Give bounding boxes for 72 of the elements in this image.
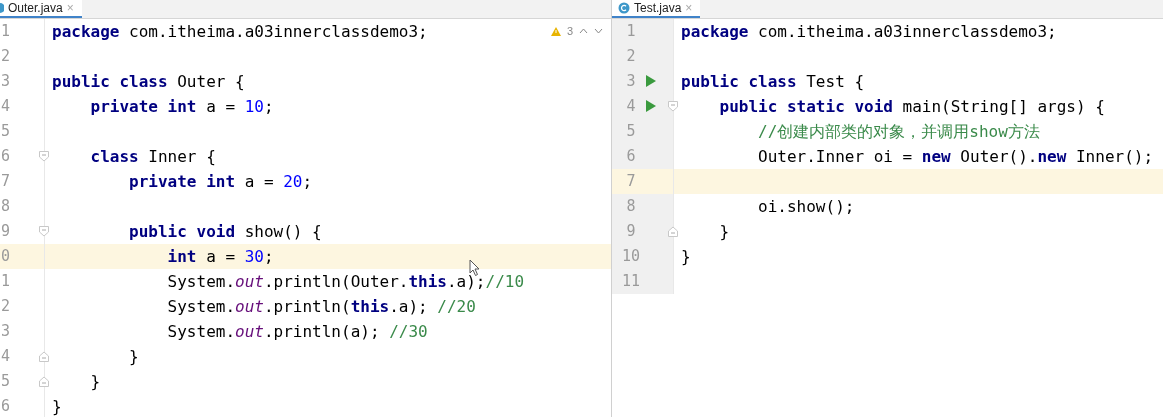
fold-icon[interactable] (668, 226, 678, 237)
code-line: public void show() { (128, 220, 322, 243)
code-line: System.out.println(a); (166, 320, 381, 343)
line-number: 3 (625, 71, 637, 93)
code-line: } (128, 345, 139, 368)
run-icon[interactable] (646, 75, 656, 87)
line-number: 5 (1, 371, 11, 393)
line-number: 6 (1, 146, 11, 168)
line-number: 5 (625, 121, 637, 143)
line-number: 2 (1, 46, 11, 68)
line-number: 9 (625, 221, 637, 243)
code-line: public static void main(String[] args) { (718, 95, 1105, 118)
code-comment: //10 (485, 270, 525, 293)
chevron-up-icon (579, 28, 588, 35)
code-line: public class Test { (681, 70, 865, 93)
warning-count[interactable]: 3 (566, 23, 573, 40)
code-line: System.out.println(Outer.this.a); (166, 270, 486, 293)
line-number: 0 (1, 246, 11, 268)
line-number: 10 (620, 246, 642, 268)
code-line: private int a = 10; (89, 95, 274, 118)
code-comment: //创建内部类的对象，并调用show方法 (757, 120, 1040, 143)
fold-icon[interactable] (39, 151, 49, 162)
code-line: oi.show(); (757, 195, 855, 218)
line-number: 4 (1, 346, 11, 368)
tab-title: Test.java (634, 0, 682, 17)
code-line: } (89, 370, 101, 393)
line-number: 7 (625, 171, 637, 193)
line-number: 5 (1, 121, 11, 143)
code-comment: //20 (437, 295, 476, 318)
run-icon[interactable] (646, 100, 656, 112)
code-line: class Inner { (89, 145, 216, 168)
line-number: 1 (1, 21, 11, 43)
fold-icon[interactable] (668, 101, 678, 112)
line-number: 6 (1, 396, 11, 417)
chevron-down-icon (594, 28, 603, 35)
code-line: Outer.Inner oi = new Outer().new Inner(); (757, 145, 1154, 168)
file-tab[interactable]: Outer.java × (0, 0, 82, 18)
warning-icon (550, 26, 561, 36)
line-number: 2 (625, 46, 637, 68)
line-number: 9 (1, 221, 11, 243)
code-line: System.out.println(this.a); (166, 295, 429, 318)
file-tab[interactable]: Test.java × (612, 0, 701, 18)
line-number: 3 (1, 71, 11, 93)
code-line: private int a = 20; (128, 170, 313, 193)
code-line: package com.itheima.a03innerclassdemo3; (681, 20, 1057, 43)
line-number: 8 (1, 196, 11, 218)
line-number: 11 (620, 271, 642, 293)
line-number: 6 (625, 146, 637, 168)
line-number: 1 (625, 21, 637, 43)
cursor-icon (469, 259, 481, 277)
fold-icon[interactable] (39, 376, 49, 387)
close-icon[interactable]: × (66, 0, 74, 17)
code-line: } (718, 220, 730, 243)
line-number: 2 (1, 296, 11, 318)
close-icon[interactable]: × (685, 0, 693, 17)
line-number: 8 (625, 196, 637, 218)
code-comment: //30 (389, 320, 428, 343)
tab-title: Outer.java (8, 0, 63, 17)
code-line: } (681, 245, 691, 268)
line-number: 4 (625, 96, 637, 118)
class-icon (618, 1, 630, 14)
line-number: 1 (1, 271, 11, 293)
fold-icon[interactable] (39, 226, 49, 237)
fold-icon[interactable] (39, 351, 49, 362)
class-icon (0, 1, 4, 14)
code-line: package com.itheima.a03innerclassdemo3; (52, 20, 428, 43)
code-line: int a = 30; (166, 245, 274, 268)
line-number: 4 (1, 96, 11, 118)
line-number: 7 (1, 171, 11, 193)
line-number: 3 (1, 321, 11, 343)
code-line: public class Outer { (52, 70, 245, 93)
code-line: } (52, 395, 62, 417)
